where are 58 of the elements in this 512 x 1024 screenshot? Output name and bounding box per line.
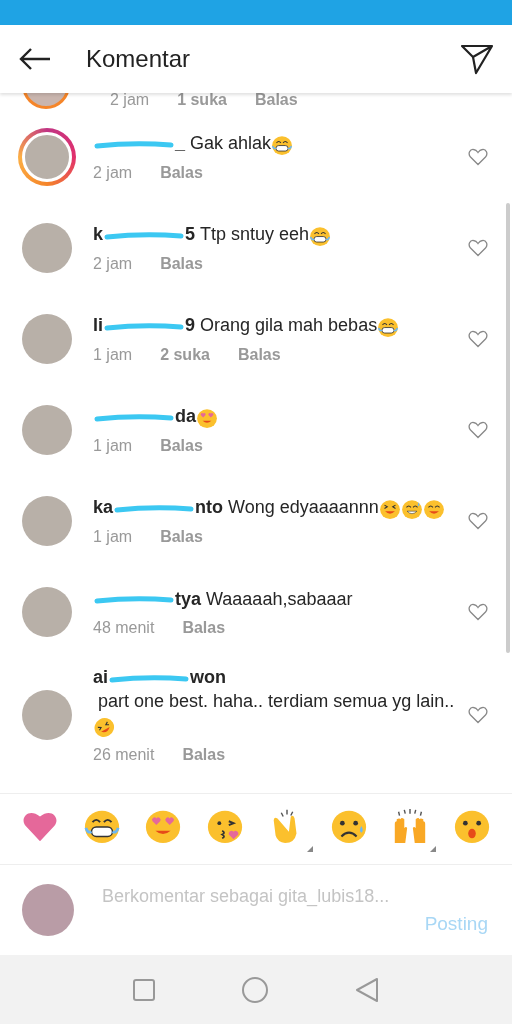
like-heart-icon[interactable]	[468, 511, 488, 530]
avatar-photo	[22, 222, 72, 273]
comment-text: Ttp sntuy eeh	[200, 223, 310, 247]
comment-time: 2 jam	[93, 254, 133, 273]
avatar-photo	[22, 884, 74, 936]
comment-time: 1 jam	[93, 436, 133, 455]
comment-time: 48 menit	[93, 618, 155, 637]
comment-text: Orang gila mah bebas	[200, 314, 378, 338]
comment-text: Waaaaah,sabaaar	[206, 587, 353, 611]
grin-emoji-icon	[377, 315, 400, 338]
username[interactable]: tya	[175, 588, 201, 609]
variant-corner-icon	[430, 845, 437, 852]
avatar-photo	[22, 689, 72, 740]
comment-time: 1 jam	[93, 345, 133, 364]
avatar-photo	[22, 586, 72, 637]
comment-text: Gak ahlak	[190, 132, 272, 156]
like-heart-icon[interactable]	[468, 705, 488, 724]
like-heart-icon[interactable]	[468, 238, 488, 257]
send-icon[interactable]	[460, 43, 494, 75]
username[interactable]: k	[93, 224, 103, 245]
username[interactable]: 5	[185, 224, 196, 245]
squint-emoji-icon	[378, 497, 401, 520]
avatar-photo	[22, 404, 72, 455]
like-heart-icon[interactable]	[468, 602, 488, 621]
comment-input[interactable]: Berkomentar sebagai gita_lubis18...	[102, 884, 397, 936]
comment-time: 1 jam	[93, 527, 133, 546]
like-heart-icon[interactable]	[468, 147, 488, 166]
username[interactable]: _	[175, 133, 185, 154]
avatar-photo	[22, 313, 72, 364]
comment-time: 2 jam	[110, 93, 150, 109]
comment-time: 26 menit	[93, 745, 155, 764]
home-circle-icon[interactable]	[241, 975, 269, 1004]
back-arrow-icon[interactable]	[18, 47, 52, 71]
username[interactable]: 9	[185, 315, 196, 336]
username[interactable]: da	[175, 406, 196, 427]
variant-corner-icon	[306, 845, 313, 852]
username[interactable]: won	[190, 667, 226, 688]
sweat-smile-emoji-icon	[400, 497, 423, 520]
back-triangle-icon[interactable]	[355, 976, 379, 1003]
comment-text: Wong edyaaaannn	[228, 496, 379, 520]
rofl-emoji-icon	[93, 715, 115, 738]
recents-square-icon[interactable]	[133, 978, 155, 1001]
like-heart-icon[interactable]	[468, 420, 488, 439]
username[interactable]: ka	[93, 497, 114, 518]
heart-eyes-emoji-icon	[196, 406, 218, 429]
username[interactable]: ai	[93, 667, 108, 688]
comment-time: 2 jam	[93, 163, 133, 182]
grin-emoji-icon	[309, 224, 332, 247]
smile-emoji-icon	[422, 497, 445, 520]
username[interactable]: li	[93, 315, 103, 336]
comment-text: part one best. haha.. terdiam semua yg lain..	[98, 690, 455, 714]
story-ring[interactable]	[18, 127, 76, 186]
username[interactable]: nto	[195, 497, 223, 518]
avatar-photo	[22, 131, 72, 182]
page-title: Komentar	[86, 45, 192, 73]
grin-emoji-icon	[271, 133, 294, 156]
avatar-photo	[22, 495, 72, 546]
like-heart-icon[interactable]	[468, 329, 488, 348]
